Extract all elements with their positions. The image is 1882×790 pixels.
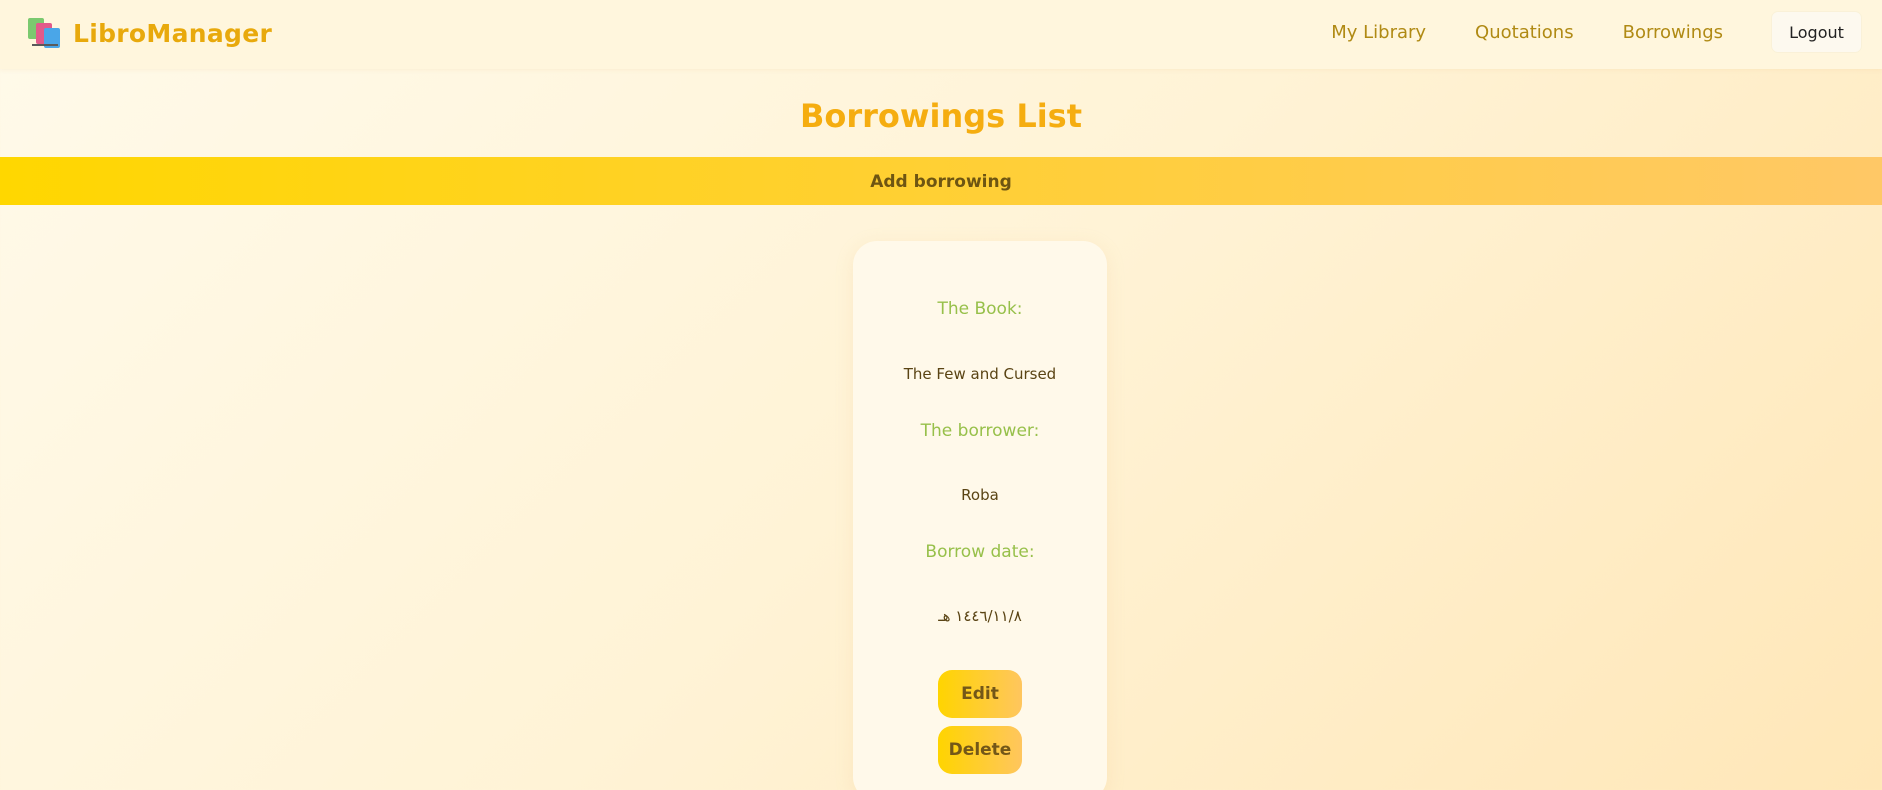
- brand-link[interactable]: LibroManager: [27, 18, 272, 49]
- logout-button[interactable]: Logout: [1772, 12, 1861, 52]
- delete-button[interactable]: Delete: [938, 726, 1022, 774]
- nav-links: My Library Quotations Borrowings Logout: [1331, 0, 1882, 64]
- page-title: Borrowings List: [799, 97, 1083, 135]
- brand-name: LibroManager: [73, 19, 273, 48]
- book-label: The Book:: [937, 299, 1023, 319]
- books-logo-icon: [27, 18, 61, 49]
- nav-quotations[interactable]: Quotations: [1475, 22, 1574, 43]
- borrow-date-label: Borrow date:: [925, 542, 1035, 562]
- borrower-value: Roba: [961, 486, 999, 504]
- borrowing-card: The Book: The Few and Cursed The borrowe…: [853, 241, 1107, 790]
- nav-borrowings[interactable]: Borrowings: [1623, 22, 1723, 43]
- navbar: LibroManager My Library Quotations Borro…: [0, 0, 1882, 69]
- add-borrowing-button[interactable]: Add borrowing: [0, 157, 1882, 205]
- book-value: The Few and Cursed: [903, 365, 1057, 383]
- nav-my-library[interactable]: My Library: [1331, 22, 1426, 43]
- borrow-date-value: ١٤٤٦/١١/٨ هـ: [938, 607, 1022, 625]
- edit-button[interactable]: Edit: [938, 670, 1022, 718]
- borrower-label: The borrower:: [920, 421, 1040, 441]
